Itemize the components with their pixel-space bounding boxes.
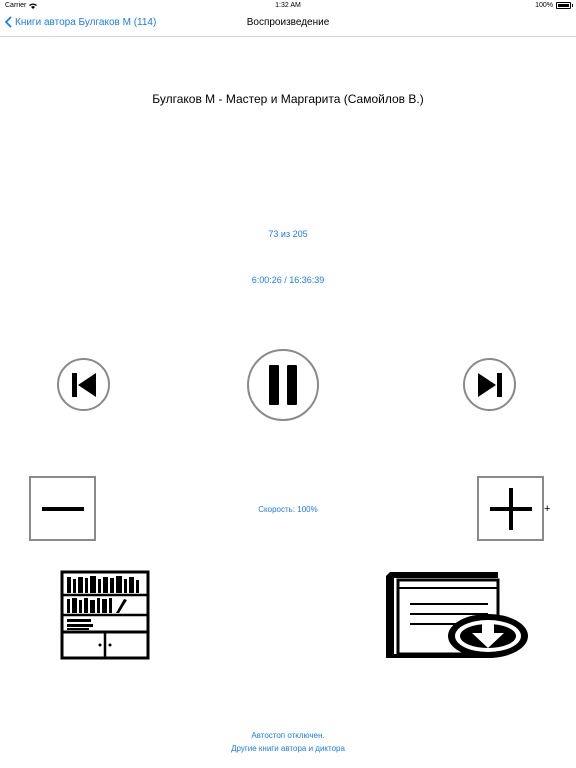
battery-percentage: 100% [535,2,553,9]
other-books-link[interactable]: Другие книги автора и диктора [0,744,576,753]
autostop-status[interactable]: Автостоп отключен. [0,731,576,740]
skip-next-icon [477,372,502,397]
chapter-counter: 73 из 205 [268,229,308,239]
status-time: 1:32 AM [275,2,301,9]
speed-increase-button[interactable] [477,476,544,541]
pause-button[interactable] [247,349,319,421]
battery-indicator: 100% [535,2,573,9]
bookshelf-icon [60,570,150,660]
download-book-icon [386,572,528,658]
speed-plus-suffix: + [544,503,551,515]
library-button[interactable] [60,570,150,660]
pause-icon [269,365,297,405]
page-title: Воспроизведение [246,17,330,28]
battery-icon [556,2,573,9]
plus-icon [489,487,532,530]
navigation-bar: Книги автора Булгаков М (114) Воспроизве… [0,12,576,37]
previous-track-button[interactable] [57,358,110,411]
book-title: Булгаков М - Мастер и Маргарита (Самойло… [152,92,424,106]
skip-previous-icon [71,372,96,397]
next-track-button[interactable] [463,358,516,411]
status-bar: Carrier 1:32 AM 100% [0,0,576,12]
download-button[interactable] [384,570,532,660]
playback-time: 6:00:26 / 16:36:39 [251,275,325,285]
